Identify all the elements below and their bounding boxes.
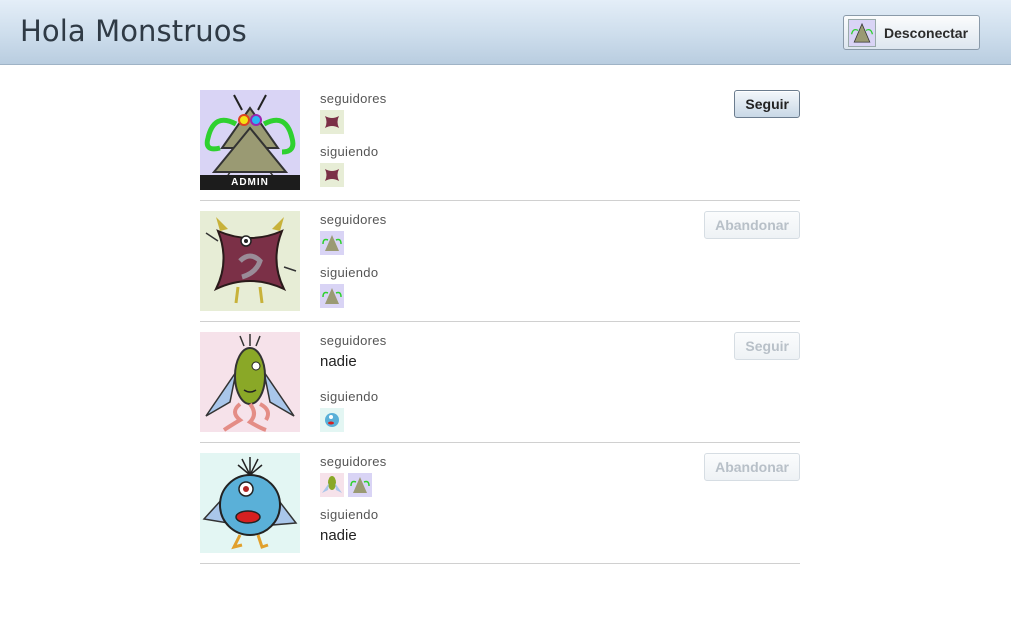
following-label: siguiendo: [320, 144, 379, 159]
avatar: ADMIN: [200, 90, 300, 190]
avatar: [200, 332, 300, 432]
logout-button[interactable]: Desconectar: [843, 15, 980, 50]
heart-monster-icon[interactable]: [320, 163, 344, 187]
unfollow-button[interactable]: Abandonar: [704, 453, 800, 481]
followers-label: seguidores: [320, 333, 387, 348]
following-label: siguiendo: [320, 389, 379, 404]
list-item: ADMIN seguidores siguiendo Seguir: [200, 80, 800, 201]
following-list: [320, 284, 387, 308]
heart-monster-icon: [200, 211, 300, 311]
followers-list: [320, 110, 387, 134]
avatar: [200, 211, 300, 311]
following-label: siguiendo: [320, 507, 379, 522]
followers-label: seguidores: [320, 212, 387, 227]
logout-label: Desconectar: [884, 24, 969, 41]
following-label: siguiendo: [320, 265, 379, 280]
follow-button[interactable]: Seguir: [734, 90, 800, 118]
triangle-monster-icon[interactable]: [348, 473, 372, 497]
green-oval-monster-icon: [200, 332, 300, 432]
blue-cyclops-monster-icon[interactable]: [320, 408, 344, 432]
header-bar: Hola Monstruos Desconectar: [0, 0, 1011, 65]
green-oval-monster-icon[interactable]: [320, 473, 344, 497]
list-item: seguidores nadie siguiendo Seguir: [200, 322, 800, 443]
following-list: [320, 163, 387, 187]
triangle-monster-icon[interactable]: [320, 284, 344, 308]
no-followers-text: nadie: [320, 353, 357, 370]
triangle-monster-icon: [848, 18, 876, 47]
heart-monster-icon[interactable]: [320, 110, 344, 134]
followers-list: [320, 473, 387, 497]
followers-label: seguidores: [320, 91, 387, 106]
followers-list: [320, 231, 387, 255]
blue-cyclops-monster-icon: [200, 453, 300, 553]
following-list: [320, 408, 387, 432]
admin-badge: ADMIN: [200, 175, 300, 190]
no-following-text: nadie: [320, 527, 357, 544]
page-title: Hola Monstruos: [20, 14, 247, 48]
follow-button[interactable]: Seguir: [734, 332, 800, 360]
list-item: seguidores siguiendo Abandonar: [200, 201, 800, 322]
list-item: seguidores siguiendo nadie Abandonar: [200, 443, 800, 564]
followers-label: seguidores: [320, 454, 387, 469]
avatar: [200, 453, 300, 553]
triangle-monster-icon[interactable]: [320, 231, 344, 255]
monster-list: ADMIN seguidores siguiendo Seguir seguid…: [200, 80, 800, 564]
unfollow-button[interactable]: Abandonar: [704, 211, 800, 239]
